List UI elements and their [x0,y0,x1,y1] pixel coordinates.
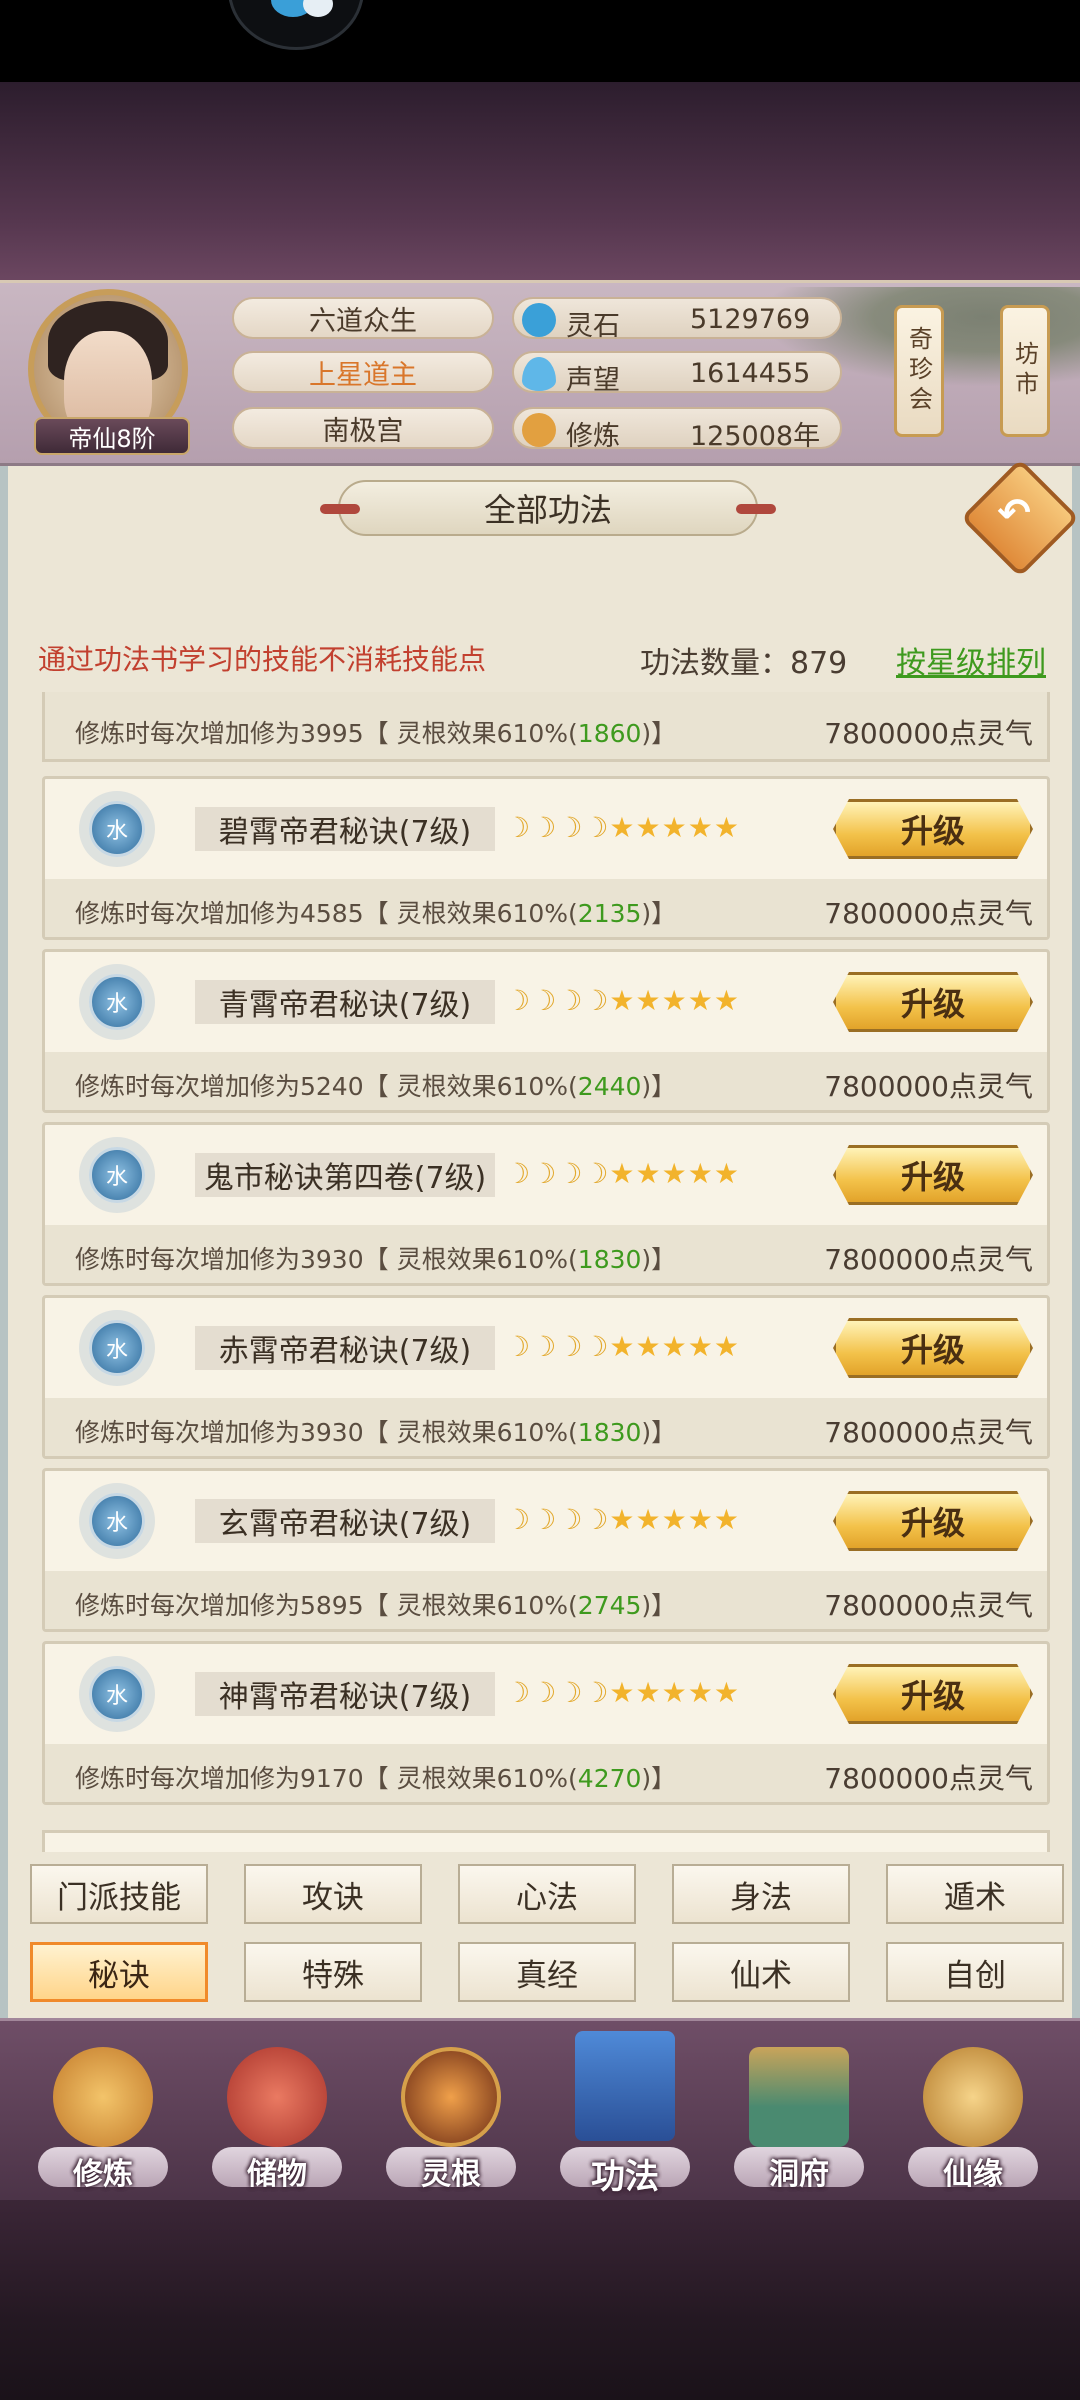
storage-bag-icon [227,2047,327,2147]
star-rating: ☽☽☽☽★★★★★ [505,984,740,1017]
list-item: 水 神霄帝君秘诀(7级) ☽☽☽☽★★★★★ 升级 修炼时每次增加修为9170【… [42,1641,1050,1805]
panel-title: 全部功法 [320,480,776,536]
skill-panel: 全部功法 ↶ 通过功法书学习的技能不消耗技能点 功法数量：879 按星级排列 修… [0,458,1080,2018]
cultivation-value: 125008年 [690,421,821,452]
skill-description: 修炼时每次增加修为9170【 灵根效果610%(4270)】 [75,1764,677,1793]
notice-text: 通过功法书学习的技能不消耗技能点 [38,643,487,676]
cave-house-icon [749,2047,849,2147]
spirit-stone-row: 灵石 5129769 [512,297,842,342]
tab-escape[interactable]: 遁术 [886,1864,1064,1924]
list-item: 水 赤霄帝君秘诀(7级) ☽☽☽☽★★★★★ 升级 修炼时每次增加修为3930【… [42,1295,1050,1459]
treasure-fair-button[interactable]: 奇珍会 [894,305,944,437]
skill-cost: 7800000点灵气 [824,1589,1033,1622]
skill-name: 青霄帝君秘诀(7级) [195,980,495,1024]
tab-true-scripture[interactable]: 真经 [458,1942,636,2002]
star-rating: ☽☽☽☽★★★★★ [505,811,740,844]
bottom-nav: 修炼 储物 灵根 功法 洞府 仙缘 [0,2018,1080,2204]
meditation-icon [522,413,556,447]
water-element-icon: 水 [89,1320,145,1376]
cultivate-icon [53,2047,153,2147]
list-item: 水 玄霄帝君秘诀(7级) ☽☽☽☽★★★★★ 升级 修炼时每次增加修为5895【… [42,1468,1050,1632]
rank-badge: 帝仙8阶 [34,417,190,455]
fortune-gourd-icon [923,2047,1023,2147]
top-background [0,82,1080,282]
skill-cost: 7800000点灵气 [824,1762,1033,1795]
nav-storage[interactable]: 储物 [202,2031,352,2201]
star-rating: ☽☽☽☽★★★★★ [505,1157,740,1190]
status-area [0,0,1080,82]
spirit-root-icon [401,2047,501,2147]
mascot-icon [228,0,364,50]
upgrade-button[interactable]: 升级 [833,799,1033,859]
back-arrow-icon: ↶ [997,490,1031,537]
realm-label: 六道众生 [232,297,494,339]
skill-count: 功法数量：879 [640,646,848,681]
tab-self-created[interactable]: 自创 [886,1942,1064,2002]
star-rating: ☽☽☽☽★★★★★ [505,1503,740,1536]
skill-description: 修炼时每次增加修为5240【 灵根效果610%(2440)】 [75,1072,677,1101]
skill-description: 修炼时每次增加修为3930【 灵根效果610%(1830)】 [75,1245,677,1274]
star-rating: ☽☽☽☽★★★★★ [505,1330,740,1363]
water-element-icon: 水 [89,1493,145,1549]
back-button[interactable]: ↶ [960,458,1080,578]
spirit-stone-icon [522,303,556,337]
skill-cost: 7800000点灵气 [824,1070,1033,1103]
market-button[interactable]: 坊市 [1000,305,1050,437]
tab-mind-method[interactable]: 心法 [458,1864,636,1924]
skill-name: 神霄帝君秘诀(7级) [195,1672,495,1716]
nav-cave-house[interactable]: 洞府 [724,2031,874,2201]
skill-description: 修炼时每次增加修为4585【 灵根效果610%(2135)】 [75,899,677,928]
skill-cost: 7800000点灵气 [824,897,1033,930]
skill-cost: 7800000点灵气 [824,1243,1033,1276]
sect-label: 南极宫 [232,407,494,449]
water-element-icon: 水 [89,1666,145,1722]
skill-name: 玄霄帝君秘诀(7级) [195,1499,495,1543]
star-rating: ☽☽☽☽★★★★★ [505,1676,740,1709]
spirit-stone-value: 5129769 [690,304,811,335]
reputation-flame-icon [522,357,556,391]
tab-special[interactable]: 特殊 [244,1942,422,2002]
nav-fortune[interactable]: 仙缘 [898,2031,1048,2201]
bottom-background [0,2200,1080,2400]
list-item: 水 青霄帝君秘诀(7级) ☽☽☽☽★★★★★ 升级 修炼时每次增加修为5240【… [42,949,1050,1113]
tab-immortal-arts[interactable]: 仙术 [672,1942,850,2002]
tab-attack[interactable]: 攻诀 [244,1864,422,1924]
upgrade-button[interactable]: 升级 [833,1145,1033,1205]
list-item-partial [42,1830,1050,1852]
upgrade-button[interactable]: 升级 [833,1664,1033,1724]
cultivation-row: 修炼 125008年 [512,407,842,452]
skill-description: 修炼时每次增加修为3930【 灵根效果610%(1830)】 [75,1418,677,1447]
skill-list[interactable]: 修炼时每次增加修为3995【 灵根效果610%(1860)】 7800000点灵… [38,692,1054,1852]
player-header: 帝仙8阶 六道众生 上星道主 南极宫 灵石 5129769 声望 1614455… [0,280,1080,466]
list-item-partial: 修炼时每次增加修为3995【 灵根效果610%(1860)】 7800000点灵… [42,692,1050,762]
water-element-icon: 水 [89,1147,145,1203]
tab-secret-arts[interactable]: 秘诀 [30,1942,208,2002]
reputation-value: 1614455 [690,358,811,389]
upgrade-button[interactable]: 升级 [833,1491,1033,1551]
water-element-icon: 水 [89,974,145,1030]
sort-by-star-link[interactable]: 按星级排列 [896,638,1046,682]
upgrade-button[interactable]: 升级 [833,972,1033,1032]
nav-spirit-root[interactable]: 灵根 [376,2031,526,2201]
skill-description: 修炼时每次增加修为5895【 灵根效果610%(2745)】 [75,1591,677,1620]
upgrade-button[interactable]: 升级 [833,1318,1033,1378]
skill-name: 碧霄帝君秘诀(7级) [195,807,495,851]
skill-name: 赤霄帝君秘诀(7级) [195,1326,495,1370]
skill-book-icon [575,2031,675,2141]
skill-name: 鬼市秘诀第四卷(7级) [195,1153,495,1197]
skill-cost: 7800000点灵气 [824,1416,1033,1449]
tab-sect-skills[interactable]: 门派技能 [30,1864,208,1924]
game-screen: 帝仙8阶 六道众生 上星道主 南极宫 灵石 5129769 声望 1614455… [0,0,1080,2400]
reputation-row: 声望 1614455 [512,351,842,396]
list-item: 水 鬼市秘诀第四卷(7级) ☽☽☽☽★★★★★ 升级 修炼时每次增加修为3930… [42,1122,1050,1286]
tab-movement[interactable]: 身法 [672,1864,850,1924]
nav-skills[interactable]: 功法 [550,2031,700,2201]
nav-cultivate[interactable]: 修炼 [28,2031,178,2201]
list-item: 水 碧霄帝君秘诀(7级) ☽☽☽☽★★★★★ 升级 修炼时每次增加修为4585【… [42,776,1050,940]
water-element-icon: 水 [89,801,145,857]
title-label: 上星道主 [232,351,494,393]
